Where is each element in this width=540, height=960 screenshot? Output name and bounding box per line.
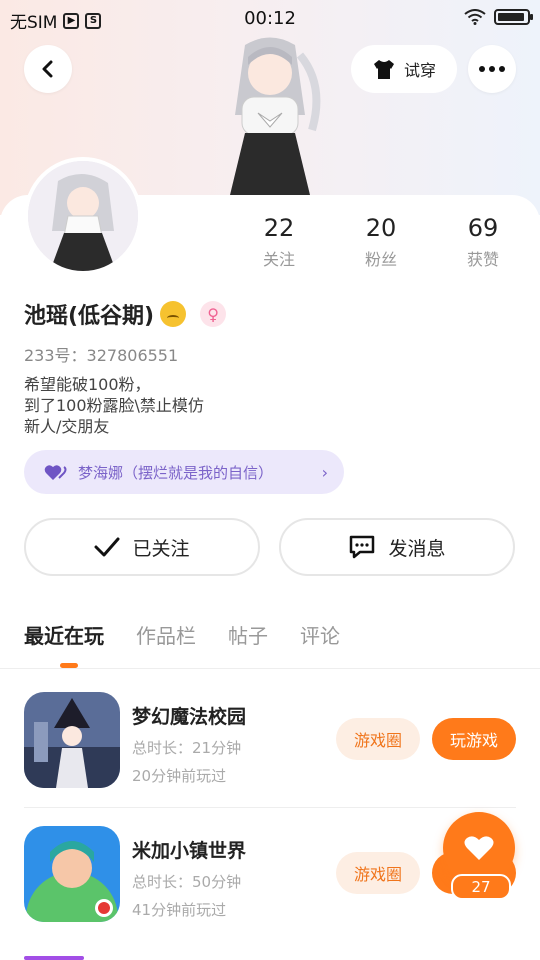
character-figure <box>230 37 321 195</box>
bio-line: 到了100粉露脸\禁止模仿 <box>24 396 204 415</box>
list-divider <box>24 807 516 808</box>
like-count: 27 <box>451 874 511 900</box>
next-list-item-peek <box>24 956 84 960</box>
stat-likes-label: 获赞 <box>466 250 499 269</box>
game-icon <box>24 826 120 922</box>
stat-likes-value: 69 <box>467 214 499 242</box>
followed-button[interactable]: 已关注 <box>24 518 260 576</box>
send-message-label: 发消息 <box>388 537 446 560</box>
game-circle-button[interactable]: 游戏圈 <box>336 852 420 894</box>
game-duration: 总时长：21分钟 <box>132 739 242 757</box>
stat-likes[interactable]: 69 获赞 <box>443 214 523 270</box>
more-button[interactable] <box>468 45 516 93</box>
status-bar: 无SIM ▶ S 00:12 <box>0 0 540 36</box>
stat-following[interactable]: 22 关注 <box>239 214 319 270</box>
bio-line: 新人/交朋友 <box>24 417 110 436</box>
mood-emoji-icon <box>160 301 187 327</box>
game-icon <box>24 692 120 788</box>
try-on-button[interactable]: 试穿 <box>351 45 457 93</box>
profile-name-row: 池瑶(低谷期) ♀ <box>24 298 227 330</box>
profile-name: 池瑶(低谷期) <box>24 304 155 329</box>
chevron-right-icon: › <box>321 462 328 482</box>
chevron-left-icon <box>42 60 53 78</box>
shirt-icon <box>373 60 394 79</box>
clock: 00:12 <box>244 8 296 29</box>
list-item[interactable]: 米加小镇世界 总时长：50分钟 41分钟前玩过 游戏圈 <box>24 826 516 926</box>
game-duration: 总时长：50分钟 <box>132 873 242 891</box>
tabs-divider <box>0 668 540 669</box>
send-message-button[interactable]: 发消息 <box>279 518 515 576</box>
stat-following-value: 22 <box>263 214 295 242</box>
double-heart-icon <box>44 465 67 480</box>
tab-works[interactable]: 作品栏 <box>136 620 196 649</box>
back-button[interactable] <box>24 45 72 93</box>
more-dots-icon <box>479 66 505 72</box>
battery-icon <box>494 9 533 25</box>
check-icon <box>94 537 120 557</box>
stat-followers-label: 粉丝 <box>364 250 397 269</box>
list-item[interactable]: 梦幻魔法校园 总时长：21分钟 20分钟前玩过 游戏圈 玩游戏 <box>24 692 516 792</box>
game-last-played: 41分钟前玩过 <box>132 901 227 919</box>
avatar-image <box>28 161 138 271</box>
tab-comments[interactable]: 评论 <box>300 620 340 649</box>
tab-bar: 最近在玩 作品栏 帖子 评论 <box>24 620 340 649</box>
bio-line: 希望能破100粉， <box>24 375 151 394</box>
game-circle-button[interactable]: 游戏圈 <box>336 718 420 760</box>
game-title: 米加小镇世界 <box>132 840 247 862</box>
group-badge[interactable]: 梦海娜（摆烂就是我的自信） › <box>24 450 344 494</box>
tab-recent-play[interactable]: 最近在玩 <box>24 620 104 649</box>
stat-followers[interactable]: 20 粉丝 <box>341 214 421 270</box>
avatar[interactable] <box>24 157 142 275</box>
group-name: 梦海娜（摆烂就是我的自信） <box>78 463 274 482</box>
wifi-icon <box>464 9 486 25</box>
bio: 希望能破100粉， 到了100粉露脸\禁止模仿 新人/交朋友 <box>24 374 204 437</box>
tab-posts[interactable]: 帖子 <box>228 620 268 649</box>
user-id: 233号：327806551 <box>24 346 179 365</box>
stat-following-label: 关注 <box>262 250 295 269</box>
gender-female-icon: ♀ <box>200 301 227 327</box>
stat-followers-value: 20 <box>365 214 397 242</box>
heart-icon <box>464 836 494 860</box>
chat-bubble-icon <box>350 535 375 559</box>
try-on-label: 试穿 <box>403 61 436 80</box>
play-game-button[interactable]: 玩游戏 <box>432 718 516 760</box>
followed-label: 已关注 <box>132 537 190 560</box>
game-last-played: 20分钟前玩过 <box>132 767 227 785</box>
game-title: 梦幻魔法校园 <box>132 706 247 728</box>
